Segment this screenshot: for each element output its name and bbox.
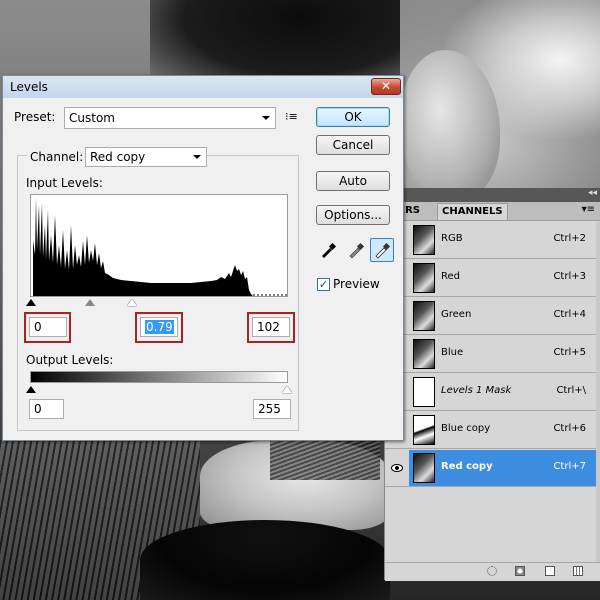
photo-hair-strands [270, 440, 380, 480]
channel-row[interactable]: Red copy Ctrl+7 [409, 450, 600, 487]
channel-name: Red copy [441, 461, 493, 472]
photo-shoulder [400, 50, 500, 200]
photo-dark-clothing [140, 520, 390, 600]
load-selection-icon[interactable] [487, 566, 497, 576]
input-gamma-slider[interactable] [85, 299, 95, 306]
channel-shortcut: Ctrl+\ [556, 385, 586, 396]
chevron-down-icon [193, 155, 201, 159]
channel-thumbnail [413, 263, 435, 293]
channel-thumbnail [413, 301, 435, 331]
channel-name: RGB [441, 233, 463, 244]
panel-header: ◂◂ [385, 188, 600, 202]
output-black-slider[interactable] [26, 386, 36, 393]
channel-shortcut: Ctrl+5 [553, 347, 586, 358]
save-selection-icon[interactable] [515, 566, 525, 576]
panel-footer [385, 562, 600, 581]
output-black-field[interactable]: 0 [29, 399, 64, 419]
channel-label: Channel: [27, 150, 87, 164]
channel-name: Blue [441, 347, 464, 358]
preset-value: Custom [69, 111, 115, 125]
input-white-slider[interactable] [127, 299, 137, 306]
channel-thumbnail [413, 225, 435, 255]
close-button[interactable]: ✕ [371, 78, 401, 95]
output-gradient-bar [30, 371, 288, 383]
channel-row[interactable]: Red Ctrl+3 [409, 260, 600, 297]
delete-channel-icon[interactable] [573, 566, 583, 576]
histogram-graph [33, 197, 287, 296]
channel-thumbnail [413, 415, 435, 445]
channel-row[interactable]: Blue Ctrl+5 [409, 336, 600, 373]
channel-dropdown[interactable]: Red copy [85, 147, 207, 167]
chevron-down-icon [262, 116, 270, 120]
channel-name: Blue copy [441, 423, 491, 434]
new-channel-icon[interactable] [545, 566, 555, 576]
channel-thumbnail [413, 377, 435, 407]
histogram [30, 194, 288, 297]
auto-button[interactable]: Auto [316, 171, 390, 191]
input-levels-label: Input Levels: [26, 176, 103, 190]
preset-options-icon[interactable]: ⁝≡ [285, 110, 298, 123]
channel-shortcut: Ctrl+6 [553, 423, 586, 434]
output-levels-label: Output Levels: [26, 353, 114, 367]
eye-icon [391, 464, 403, 472]
output-white-slider[interactable] [282, 386, 292, 393]
black-eyedropper-icon[interactable] [316, 238, 340, 262]
channel-shortcut: Ctrl+7 [553, 461, 586, 472]
panel-menu-icon[interactable]: ▾≡ [582, 204, 595, 215]
white-eyedropper-icon[interactable] [370, 238, 394, 262]
preview-checkbox[interactable]: ✓ [317, 278, 330, 291]
highlight-box [247, 312, 295, 343]
highlight-box [24, 312, 71, 343]
dialog-title: Levels [10, 80, 48, 94]
panel-scrollbar[interactable] [596, 222, 600, 562]
channel-shortcut: Ctrl+4 [553, 309, 586, 320]
channel-row[interactable]: Green Ctrl+4 [409, 298, 600, 335]
preview-label: Preview [333, 277, 380, 291]
channel-thumbnail [413, 339, 435, 369]
channel-visibility-toggle[interactable] [385, 450, 409, 487]
channel-shortcut: Ctrl+3 [553, 271, 586, 282]
collapse-arrows-icon[interactable]: ◂◂ [588, 188, 597, 198]
ok-button[interactable]: OK [316, 107, 390, 127]
cancel-button[interactable]: Cancel [316, 135, 390, 155]
tab-channels[interactable]: CHANNELS [437, 203, 508, 220]
levels-dialog: Levels ✕ Preset: Custom ⁝≡ OK Cancel Aut… [2, 75, 404, 441]
preset-label: Preset: [14, 110, 56, 124]
channel-row[interactable]: RGB Ctrl+2 [409, 222, 600, 259]
channel-name: Red [441, 271, 460, 282]
options-button[interactable]: Options... [316, 205, 390, 225]
channel-name: Green [441, 309, 472, 320]
channel-row[interactable]: Blue copy Ctrl+6 [409, 412, 600, 449]
dialog-titlebar[interactable]: Levels ✕ [3, 76, 403, 98]
preset-dropdown[interactable]: Custom [64, 107, 276, 129]
gray-eyedropper-icon[interactable] [344, 238, 368, 262]
channel-row[interactable]: Levels 1 Mask Ctrl+\ [409, 374, 600, 411]
input-black-slider[interactable] [26, 299, 36, 306]
output-white-field[interactable]: 255 [253, 399, 291, 419]
panel-tabstrip: YERS CHANNELS ▾≡ [385, 202, 600, 221]
highlight-box [135, 312, 183, 343]
channel-value: Red copy [90, 150, 146, 164]
channel-shortcut: Ctrl+2 [553, 233, 586, 244]
channel-thumbnail [413, 453, 435, 483]
channel-name: Levels 1 Mask [441, 385, 512, 396]
channels-panel: ◂◂ YERS CHANNELS ▾≡ RGB Ctrl+2 Red Ctrl+3 Gr… [384, 188, 600, 581]
